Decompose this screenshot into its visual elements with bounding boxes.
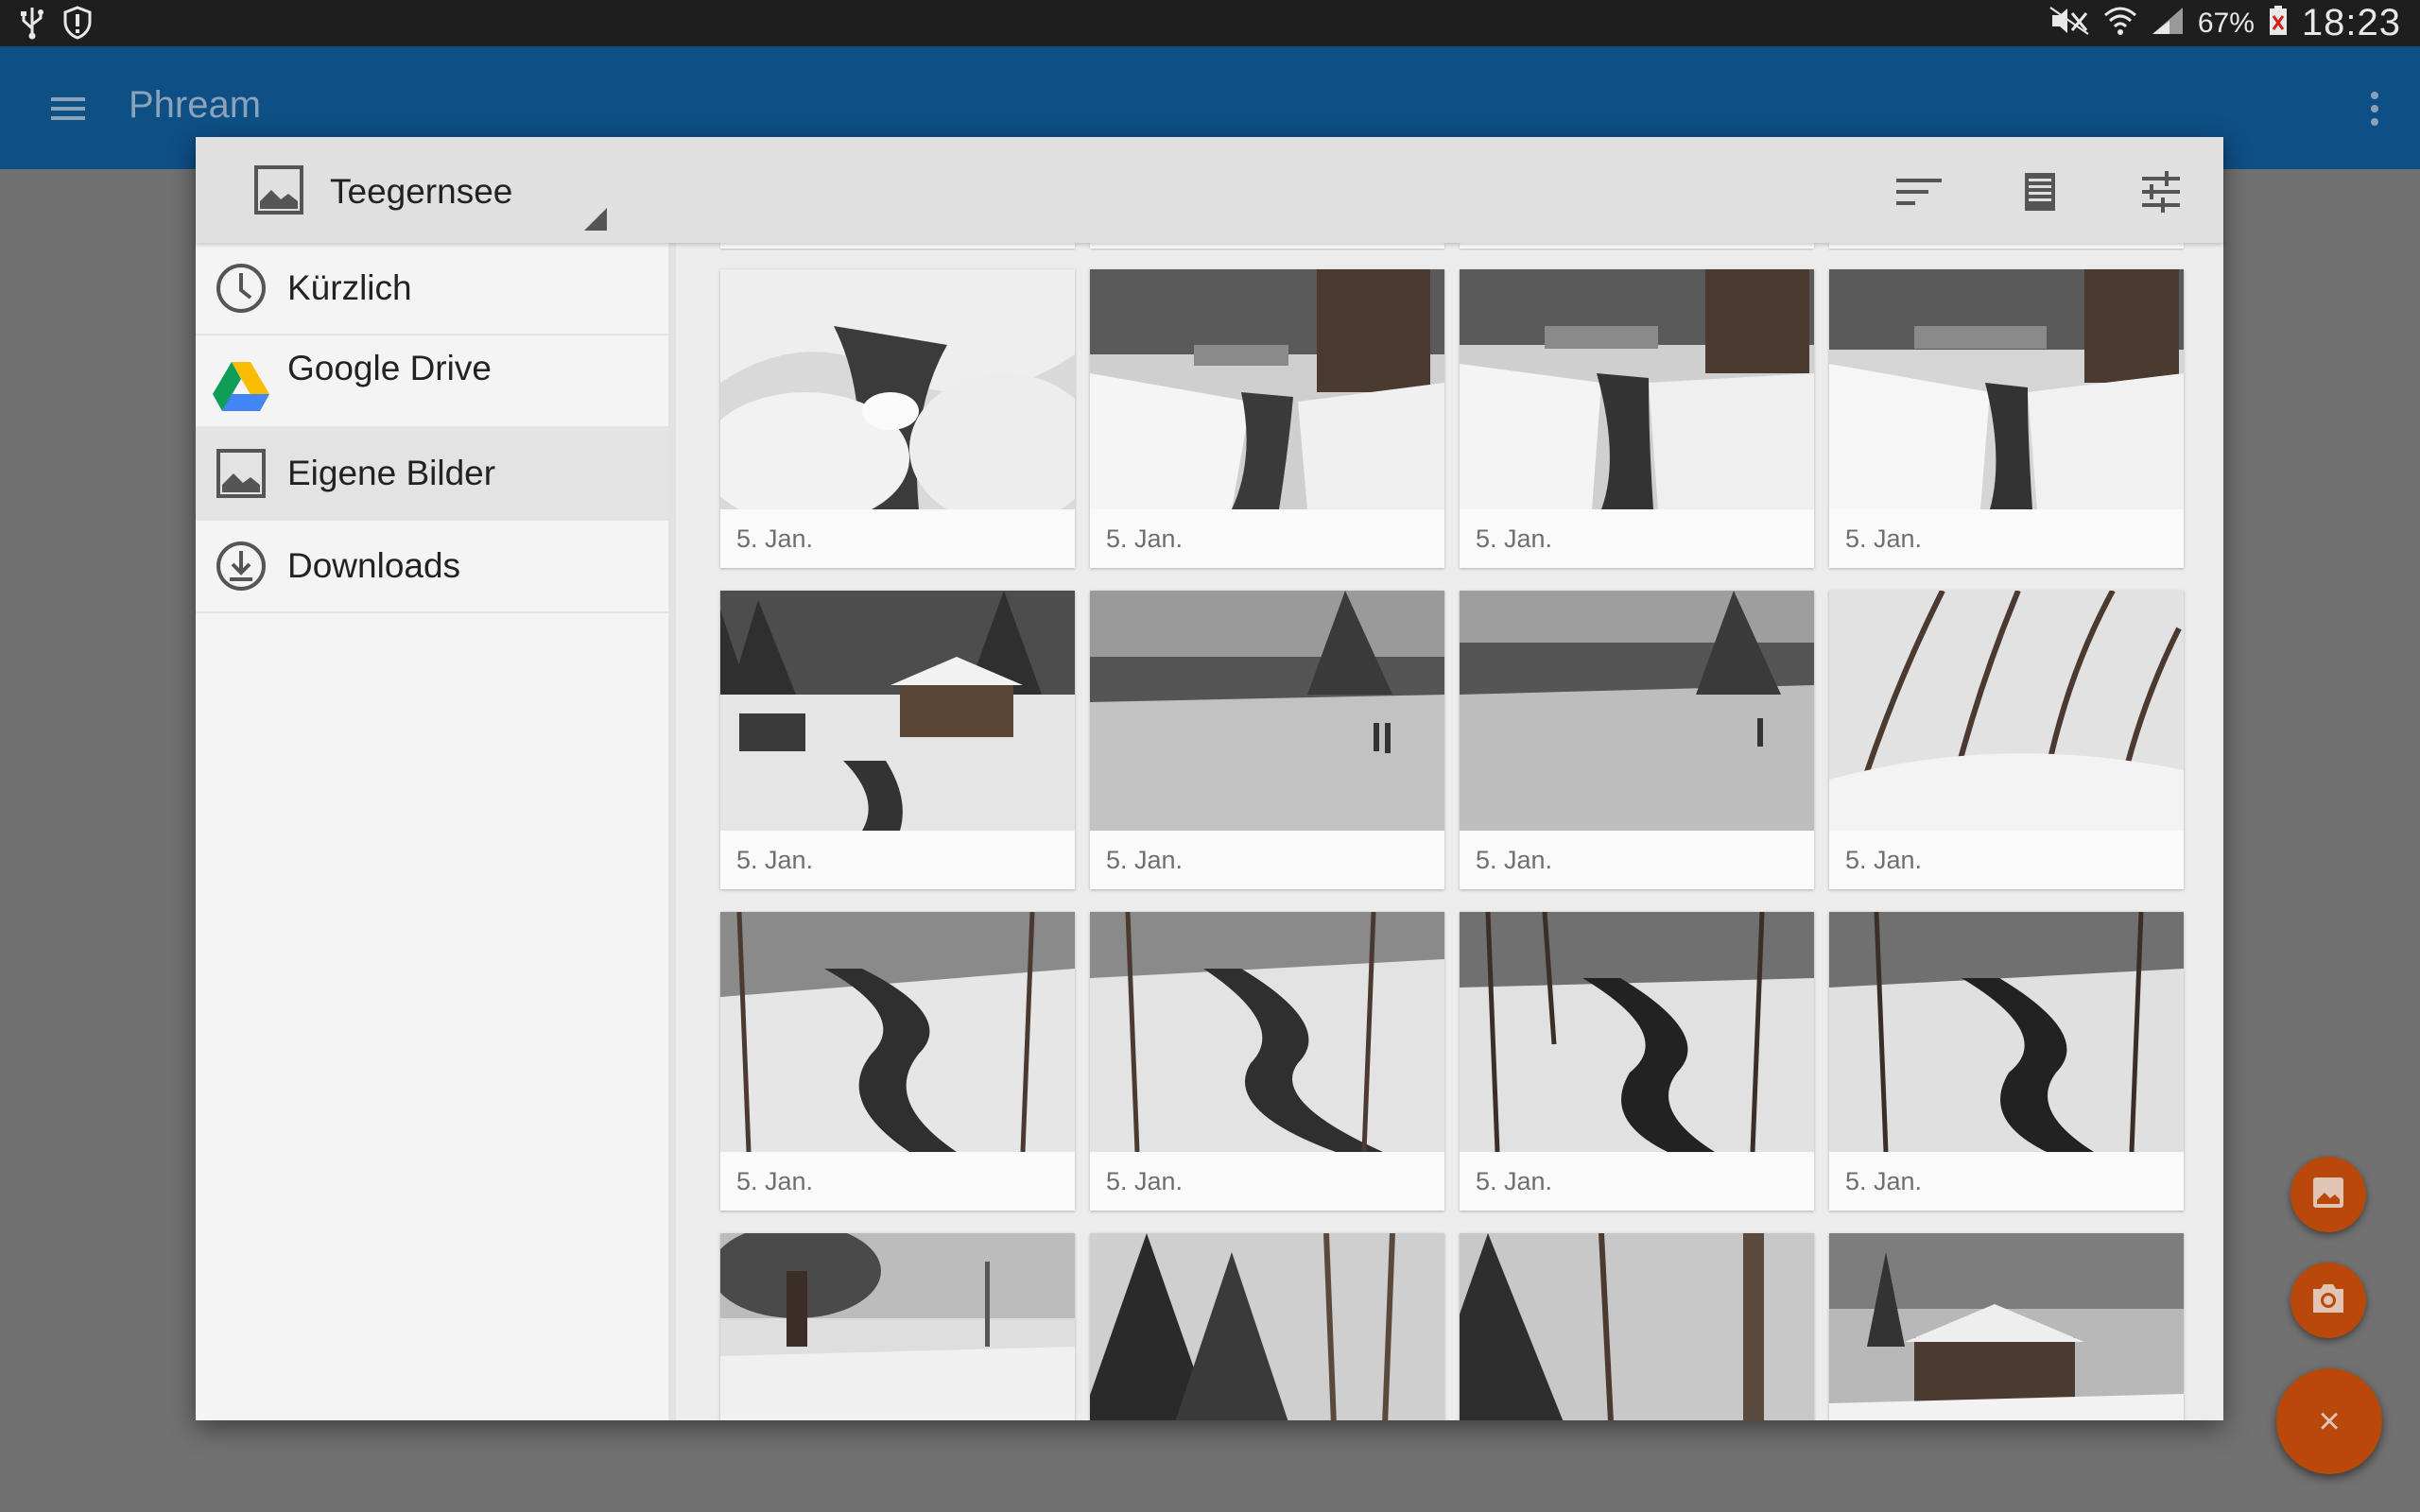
photo-card[interactable]: 5. Jan.: [1090, 591, 1444, 889]
list-view-icon[interactable]: [2012, 165, 2068, 218]
wifi-icon: [2103, 6, 2137, 41]
photo-thumbnail: [1460, 269, 1814, 509]
download-icon: [213, 538, 269, 594]
photo-card[interactable]: [720, 1233, 1075, 1420]
photo-thumbnail: [1090, 912, 1444, 1152]
photo-thumbnail: [1090, 269, 1444, 509]
photo-card[interactable]: 5. Jan.: [1829, 269, 2184, 568]
image-icon: [2311, 1176, 2345, 1214]
take-photo-button[interactable]: [2290, 1263, 2366, 1338]
sort-icon[interactable]: [1891, 165, 1947, 218]
sidebar-item-own-pictures[interactable]: Eigene Bilder: [196, 428, 668, 521]
photo-date: 5. Jan.: [1106, 1167, 1184, 1195]
photo-thumbnail: [1460, 1233, 1814, 1420]
close-fab-button[interactable]: ×: [2276, 1368, 2382, 1474]
sidebar-item-recent[interactable]: Kürzlich: [196, 243, 668, 335]
more-vert-icon[interactable]: [2367, 88, 2382, 129]
shield-alert-icon: [62, 6, 93, 44]
photo-date: 5. Jan.: [736, 846, 814, 874]
google-drive-icon: [213, 358, 269, 415]
photo-card[interactable]: [1090, 1233, 1444, 1420]
photo-card[interactable]: 5. Jan.: [720, 591, 1075, 889]
photo-date: 5. Jan.: [1476, 524, 1553, 553]
photo-grid-area[interactable]: 5. Jan. 5. Jan. 5. Jan. 5. Jan. 5. Jan. 5. Ja…: [676, 243, 2223, 1420]
photo-thumbnail: [1829, 1233, 2184, 1420]
photo-date: 5. Jan.: [1106, 846, 1184, 874]
photo-card[interactable]: 5. Jan.: [720, 269, 1075, 568]
camera-icon: [2309, 1281, 2347, 1320]
folder-title: Teegernsee: [330, 172, 513, 211]
photo-date: 5. Jan.: [1476, 846, 1553, 874]
photo-card[interactable]: 5. Jan.: [1460, 591, 1814, 889]
photo-card[interactable]: 5. Jan.: [1460, 912, 1814, 1211]
photo-card[interactable]: 5. Jan.: [720, 912, 1075, 1211]
photo-thumbnail: [1090, 1233, 1444, 1420]
pick-gallery-button[interactable]: [2290, 1157, 2366, 1232]
photo-card[interactable]: 5. Jan.: [1090, 912, 1444, 1211]
photo-thumbnail: [1090, 591, 1444, 831]
battery-icon: [2268, 5, 2289, 42]
hamburger-icon[interactable]: [47, 90, 89, 128]
picker-header: Teegernsee: [196, 137, 2223, 243]
photo-thumbnail: [1829, 912, 2184, 1152]
photo-date: 5. Jan.: [1106, 524, 1184, 553]
photo-date: 5. Jan.: [1845, 846, 1923, 874]
photo-thumbnail: [1829, 591, 2184, 831]
photo-date: 5. Jan.: [1476, 1167, 1553, 1195]
photo-thumbnail: [720, 269, 1075, 509]
photo-date: 5. Jan.: [736, 1167, 814, 1195]
photo-card[interactable]: [1829, 1233, 2184, 1420]
image-icon: [252, 163, 305, 221]
folder-dropdown[interactable]: Teegernsee: [252, 163, 513, 221]
status-bar: 67% 18:23: [0, 0, 2420, 46]
photo-date: 5. Jan.: [736, 524, 814, 553]
mute-icon: [2048, 6, 2090, 41]
sidebar-item-google-drive[interactable]: Google Drive: [196, 335, 668, 428]
photo-thumbnail: [1460, 912, 1814, 1152]
image-icon: [213, 445, 269, 502]
previous-row-edge: [720, 243, 2184, 249]
close-icon: ×: [2318, 1400, 2341, 1442]
clock: 18:23: [2301, 2, 2401, 43]
clock-icon: [213, 260, 269, 317]
photo-card[interactable]: 5. Jan.: [1460, 269, 1814, 568]
sidebar-item-label: Downloads: [287, 546, 461, 585]
photo-grid: 5. Jan. 5. Jan. 5. Jan. 5. Jan. 5. Jan. 5. Ja…: [720, 269, 2195, 1420]
sidebar-item-label: Kürzlich: [287, 268, 412, 307]
photo-thumbnail: [1460, 591, 1814, 831]
tune-icon[interactable]: [2133, 165, 2189, 218]
photo-card[interactable]: 5. Jan.: [1090, 269, 1444, 568]
sidebar-item-label: Eigene Bilder: [287, 454, 496, 492]
photo-date: 5. Jan.: [1845, 524, 1923, 553]
photo-date: 5. Jan.: [1845, 1167, 1923, 1195]
signal-icon: [2151, 6, 2185, 41]
photo-thumbnail: [720, 591, 1075, 831]
dropdown-arrow-icon[interactable]: [584, 208, 607, 231]
photo-thumbnail: [720, 1233, 1075, 1420]
photo-card[interactable]: 5. Jan.: [1829, 591, 2184, 889]
usb-icon: [19, 6, 45, 44]
sidebar-item-label: Google Drive: [287, 349, 492, 387]
photo-thumbnail: [1829, 269, 2184, 509]
sidebar-item-downloads[interactable]: Downloads: [196, 521, 668, 613]
picker-dialog: Teegernsee Kürzlich Google Drive Eigene …: [196, 137, 2223, 1420]
source-sidebar: Kürzlich Google Drive Eigene Bilder Down…: [196, 243, 676, 1420]
photo-card[interactable]: 5. Jan.: [1829, 912, 2184, 1211]
battery-percent: 67%: [2197, 7, 2255, 39]
photo-card[interactable]: [1460, 1233, 1814, 1420]
photo-thumbnail: [720, 912, 1075, 1152]
app-title: Phream: [129, 84, 262, 126]
